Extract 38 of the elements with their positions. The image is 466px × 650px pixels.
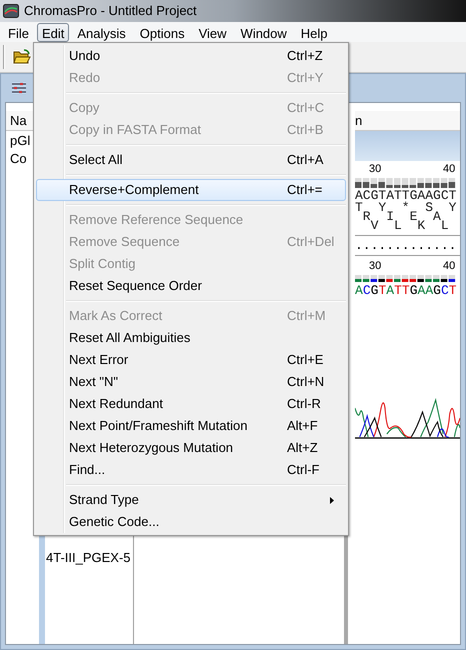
menu-bar-item[interactable]: View — [192, 22, 233, 42]
menu-bar-item[interactable]: Edit — [36, 22, 70, 42]
menu-bar-item[interactable]: Analysis — [71, 22, 132, 42]
app-icon — [3, 4, 19, 18]
menu-bar-item[interactable]: Options — [134, 22, 191, 42]
menu-item[interactable]: Next Error Ctrl+E — [36, 349, 346, 371]
menu-item[interactable]: Next Point/Frameshift Mutation Alt+F — [36, 415, 346, 437]
ruler-label: 30 — [369, 261, 382, 272]
sequence-name[interactable]: 4T-III_PGEX-5 — [46, 548, 133, 568]
ruler-label: 40 — [443, 261, 456, 272]
column-header[interactable]: n — [355, 110, 362, 130]
sequence-text: ACGTATTGAAGCT — [355, 283, 458, 298]
consensus-dots: ............. — [355, 240, 456, 250]
menu-bar-item[interactable]: Help — [294, 22, 334, 42]
menu-bar-item[interactable]: Window — [234, 22, 293, 42]
ruler-label: 30 — [369, 164, 382, 175]
column-header[interactable]: Na — [10, 110, 27, 130]
translation-text: V L K L — [370, 221, 449, 230]
menu-item[interactable]: Reverse+Complement Ctrl+= — [36, 179, 346, 201]
menu-item[interactable]: Reset All Ambiguities — [36, 327, 346, 349]
menu-item[interactable]: Undo Ctrl+Z — [36, 45, 346, 67]
menu-item[interactable]: Strand Type — [36, 489, 346, 511]
ruler-label: 40 — [443, 164, 456, 175]
menu-item[interactable]: Genetic Code... — [36, 511, 346, 533]
menu-item[interactable]: Next Redundant Ctrl-R — [36, 393, 346, 415]
window-title: ChromasPro - Untitled Project — [24, 2, 197, 20]
menu-item[interactable]: Select All Ctrl+A — [36, 149, 346, 171]
sequence-text: ACGTATTGAAGCT — [355, 188, 458, 203]
translation-text: T Y * S Y — [355, 203, 456, 212]
translation-text: R I E A — [362, 212, 441, 221]
menu-item[interactable]: Next Heterozygous Mutation Alt+Z — [36, 437, 346, 459]
open-folder-icon[interactable] — [13, 49, 31, 65]
sliders-icon — [11, 82, 27, 96]
menu-bar-item[interactable]: File — [2, 22, 35, 42]
menu-item[interactable]: Find... Ctrl-F — [36, 459, 346, 481]
menu-item[interactable]: Next "N" Ctrl+N — [36, 371, 346, 393]
menu-item[interactable]: Reset Sequence Order — [36, 275, 346, 297]
submenu-arrow-icon — [330, 496, 334, 504]
